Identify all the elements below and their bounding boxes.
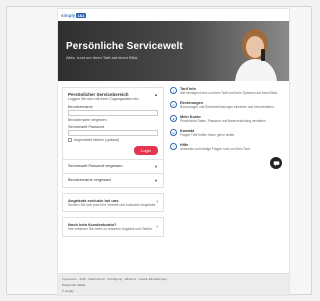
footer-copyright: © simply <box>62 289 74 293</box>
login-panel: Persönlicher Servicebereich ▲ Loggen Sie… <box>62 87 164 160</box>
username-label: Benutzername <box>68 105 93 109</box>
arrow-right-icon: › <box>156 223 158 230</box>
remember-me[interactable]: Angemeldet bleiben (optional) <box>68 137 158 142</box>
services-column: i Tarif Info Alle wichtigen Infos zu Ihr… <box>170 87 285 237</box>
service-desc: Rechnungen und Einzelverbindungen einseh… <box>180 105 275 109</box>
brand-badge: 1&1 <box>76 12 86 18</box>
password-label: Servicewelt Passwort <box>68 124 105 129</box>
forgot-username-link[interactable]: Benutzername vergessen <box>68 118 158 122</box>
footer-note: Preise inkl. MwSt. <box>62 283 86 287</box>
password-input[interactable] <box>68 129 158 136</box>
promo-offers[interactable]: Angebote exclusiv bei uns Sichern Sie si… <box>62 192 164 212</box>
service-item-rechnungen[interactable]: ≡ Rechnungen Rechnungen und Einzelverbin… <box>170 101 285 109</box>
hero-banner: Persönliche Servicewelt Alles, rund um I… <box>58 21 289 81</box>
hero-title: Persönliche Servicewelt <box>66 41 183 52</box>
web-page: simply 1&1 Persönliche Servicewelt Alles… <box>57 8 290 296</box>
chevron-down-icon: ▼ <box>154 177 158 183</box>
service-desc: Antworten auf häufige Fragen rund um Ihr… <box>180 147 251 151</box>
user-icon: ● <box>170 115 177 122</box>
service-desc: Alle wichtigen Infos zu Ihrem Tarif und … <box>180 91 279 95</box>
service-text: Rechnungen Rechnungen und Einzelverbindu… <box>180 101 275 109</box>
main-content: Persönlicher Servicebereich ▲ Loggen Sie… <box>58 81 289 237</box>
left-column: Persönlicher Servicebereich ▲ Loggen Sie… <box>62 87 164 237</box>
brand-logo[interactable]: simply 1&1 <box>61 12 86 18</box>
service-desc: Fragen? Wir helfen Ihnen gerne weiter. <box>180 133 236 137</box>
promo-text-block: Noch kein Kundenkonto? Hier erfahren Sie… <box>68 222 153 232</box>
remember-checkbox[interactable] <box>68 137 72 142</box>
info-icon: i <box>170 87 177 94</box>
accordion-forgot-password[interactable]: Servicewelt Passwort vergessen ▼ <box>62 159 164 174</box>
accordion-forgot-username[interactable]: Benutzername vergessen ▼ <box>62 173 164 188</box>
login-button[interactable]: Login <box>134 145 158 155</box>
login-intro: Loggen Sie sich mit Ihren Zugangsdaten e… <box>68 97 140 101</box>
service-item-kontakt[interactable]: ☏ Kontakt Fragen? Wir helfen Ihnen gerne… <box>170 129 285 137</box>
remember-label: Angemeldet bleiben (optional) <box>74 137 120 142</box>
accordion-label: Benutzername vergessen <box>68 178 112 182</box>
service-item-hilfe[interactable]: ? Hilfe Antworten auf häufige Fragen run… <box>170 143 285 151</box>
chat-button[interactable] <box>270 157 282 169</box>
phone-icon: ☏ <box>170 129 177 136</box>
login-button-row: Login <box>68 145 158 155</box>
hero-person-image <box>235 29 277 81</box>
chat-bubble-icon <box>273 160 279 166</box>
accordion-label: Servicewelt Passwort vergessen <box>68 164 123 168</box>
chevron-up-icon[interactable]: ▲ <box>154 92 158 97</box>
promo-text: Sichern Sie sich jetzt Ihre Vorteile und… <box>68 202 157 207</box>
service-desc: Persönliche Daten, Passwort und Bankverb… <box>180 119 267 123</box>
help-icon: ? <box>170 143 177 150</box>
service-item-konto[interactable]: ● Mein Konto Persönliche Daten, Passwort… <box>170 115 285 123</box>
document-icon: ≡ <box>170 101 177 108</box>
service-item-tarif[interactable]: i Tarif Info Alle wichtigen Infos zu Ihr… <box>170 87 285 95</box>
promo-text-block: Angebote exclusiv bei uns Sichern Sie si… <box>68 198 156 208</box>
promo-new-customer[interactable]: Noch kein Kundenkonto? Hier erfahren Sie… <box>62 217 164 237</box>
page-footer: Impressum · AGB · Datenschutz · Kündigun… <box>58 273 289 295</box>
service-text: Mein Konto Persönliche Daten, Passwort u… <box>180 115 266 123</box>
top-bar: simply 1&1 <box>58 9 289 21</box>
brand-name: simply <box>61 12 76 18</box>
service-text: Kontakt Fragen? Wir helfen Ihnen gerne w… <box>180 129 235 137</box>
promo-text: Hier erfahren Sie mehr zu unserem Angebo… <box>68 227 153 231</box>
service-text: Tarif Info Alle wichtigen Infos zu Ihrem… <box>180 87 278 95</box>
username-input[interactable] <box>68 110 158 116</box>
hero-subtitle: Alles, rund um Ihren Tarif auf einen Bli… <box>66 55 138 60</box>
arrow-right-icon: › <box>156 199 158 206</box>
footer-links[interactable]: Impressum · AGB · Datenschutz · Kündigun… <box>62 277 285 281</box>
service-text: Hilfe Antworten auf häufige Fragen rund … <box>180 143 250 151</box>
chevron-down-icon: ▼ <box>154 163 158 169</box>
